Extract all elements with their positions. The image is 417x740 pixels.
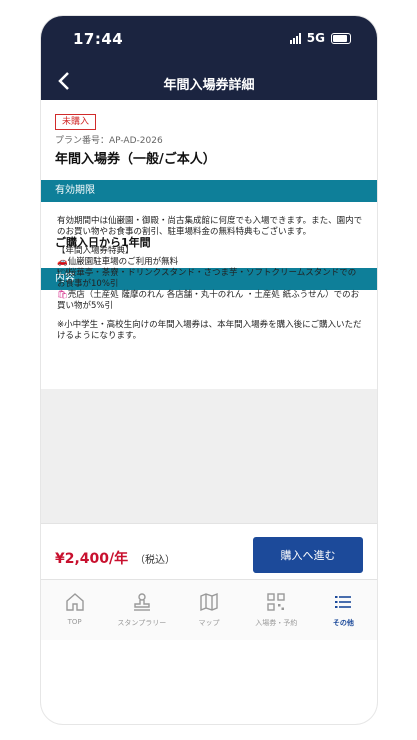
stamp-icon <box>133 593 150 611</box>
empty-area <box>41 389 377 523</box>
status-time: 17:44 <box>73 30 124 48</box>
purchase-bar: ¥2,400/年 （税込） 購入へ進む <box>41 523 377 580</box>
description: 有効期間中は仙巌園・御殿・尚古集成館に何度でも入場できます。また、園内でのお買い… <box>57 216 363 350</box>
benefit-text: 仙巌園駐車場のご利用が無料 <box>67 257 179 267</box>
benefit-text: 桜華亭・茶寮・ドリンクスタンド・さつま芋・ソフトクリームスタンドでのお食事が10… <box>57 268 357 289</box>
tab-stamp-rally[interactable]: スタンプラリー <box>108 580 175 640</box>
tax-label: （税込） <box>135 555 175 566</box>
tab-label: 入場券・予約 <box>255 619 298 627</box>
benefit-text: 売店（土産処 薩摩のれん 各店舗・丸十のれん ・土産処 紙ふうせん）でのお買い物… <box>57 290 360 311</box>
phone-screen: 17:44 5G 年間入場券詳細 未購入 プラン番号：AP-AD-2026 年間… <box>41 16 377 724</box>
top-bar: 17:44 5G 年間入場券詳細 <box>41 16 377 100</box>
benefit-item: 🛍売店（土産処 薩摩のれん 各店舗・丸十のれん ・土産処 紙ふうせん）でのお買い… <box>57 290 363 312</box>
tab-label: スタンプラリー <box>117 619 167 627</box>
status-indicators: 5G <box>289 31 351 45</box>
proceed-to-purchase-button[interactable]: 購入へ進む <box>253 537 363 573</box>
status-badge: 未購入 <box>55 114 97 130</box>
page-title: 年間入場券詳細 <box>163 78 255 93</box>
validity-section-header: 有効期限 <box>41 180 377 202</box>
dining-icon: 🍽 <box>57 268 68 278</box>
home-icon <box>65 593 84 611</box>
signal-icon <box>289 32 301 44</box>
shopping-bag-icon: 🛍 <box>57 290 68 300</box>
tab-label: TOP <box>67 618 82 626</box>
tab-other[interactable]: その他 <box>310 580 377 640</box>
qr-code-icon <box>267 593 285 611</box>
benefit-item: 🚗仙巌園駐車場のご利用が無料 <box>57 257 363 268</box>
tab-tickets-reservations[interactable]: 入場券・予約 <box>243 580 310 640</box>
tab-label: マップ <box>198 619 220 627</box>
benefit-item: 🍽桜華亭・茶寮・ドリンクスタンド・さつま芋・ソフトクリームスタンドでのお食事が1… <box>57 268 363 290</box>
price: ¥2,400/年 <box>55 551 129 567</box>
description-paragraph: 有効期間中は仙巌園・御殿・尚古集成館に何度でも入場できます。また、園内でのお買い… <box>57 216 363 237</box>
battery-icon <box>331 32 351 44</box>
map-icon <box>200 592 218 612</box>
menu-list-icon <box>335 596 352 608</box>
benefits-title: 【年間入場券特典】 <box>57 246 134 256</box>
tab-map[interactable]: マップ <box>175 580 242 640</box>
ticket-title: 年間入場券（一般/ご本人） <box>55 152 216 167</box>
tab-bar: TOP スタンプラリー マップ 入場券・予約 その他 <box>41 579 377 640</box>
tab-top[interactable]: TOP <box>41 580 108 640</box>
network-label: 5G <box>306 31 325 45</box>
note-text: ※小中学生・高校生向けの年間入場券は、本年間入場券を購入後にご購入いただけるよう… <box>57 320 362 341</box>
car-icon: 🚗 <box>57 257 68 267</box>
tab-label: その他 <box>332 619 354 627</box>
plan-number: プラン番号：AP-AD-2026 <box>55 136 163 146</box>
